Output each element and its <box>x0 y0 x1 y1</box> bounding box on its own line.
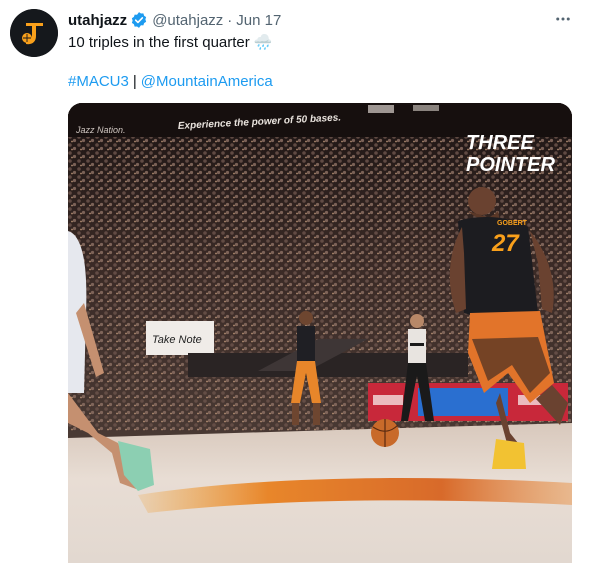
utah-jazz-logo-icon <box>10 9 58 57</box>
more-options-icon[interactable] <box>552 10 574 28</box>
verified-badge-icon <box>130 11 148 29</box>
tweet-date[interactable]: Jun 17 <box>236 12 281 29</box>
jersey-number: 27 <box>491 230 520 257</box>
mention-link[interactable]: @MountainAmerica <box>141 73 273 90</box>
tweet-text: 10 triples in the first quarter 🌧️ <box>68 34 273 51</box>
jersey-name: GOBERT <box>497 220 528 227</box>
corner-banner-text: Jazz Nation. <box>75 125 126 135</box>
user-handle[interactable]: @utahjazz <box>152 12 223 29</box>
avatar[interactable] <box>10 9 58 57</box>
tweet-tags: #MACU3 | @MountainAmerica <box>68 72 273 92</box>
game-footage-image: Jazz Nation. Experience the power of 50 … <box>68 103 572 563</box>
tweet-video[interactable]: Jazz Nation. Experience the power of 50 … <box>68 103 572 563</box>
overlay-line2: POINTER <box>466 154 555 176</box>
separator-dot: · <box>227 11 233 29</box>
hashtag-link[interactable]: #MACU3 <box>68 73 129 90</box>
display-name[interactable]: utahjazz <box>68 12 127 29</box>
tweet: utahjazz @utahjazz · Jun 17 10 triples i… <box>0 0 591 563</box>
courtside-sign: Take Note <box>152 334 202 346</box>
overlay-line1: THREE <box>466 132 534 154</box>
tag-divider: | <box>132 73 137 90</box>
tweet-header: utahjazz @utahjazz · Jun 17 <box>68 10 571 30</box>
